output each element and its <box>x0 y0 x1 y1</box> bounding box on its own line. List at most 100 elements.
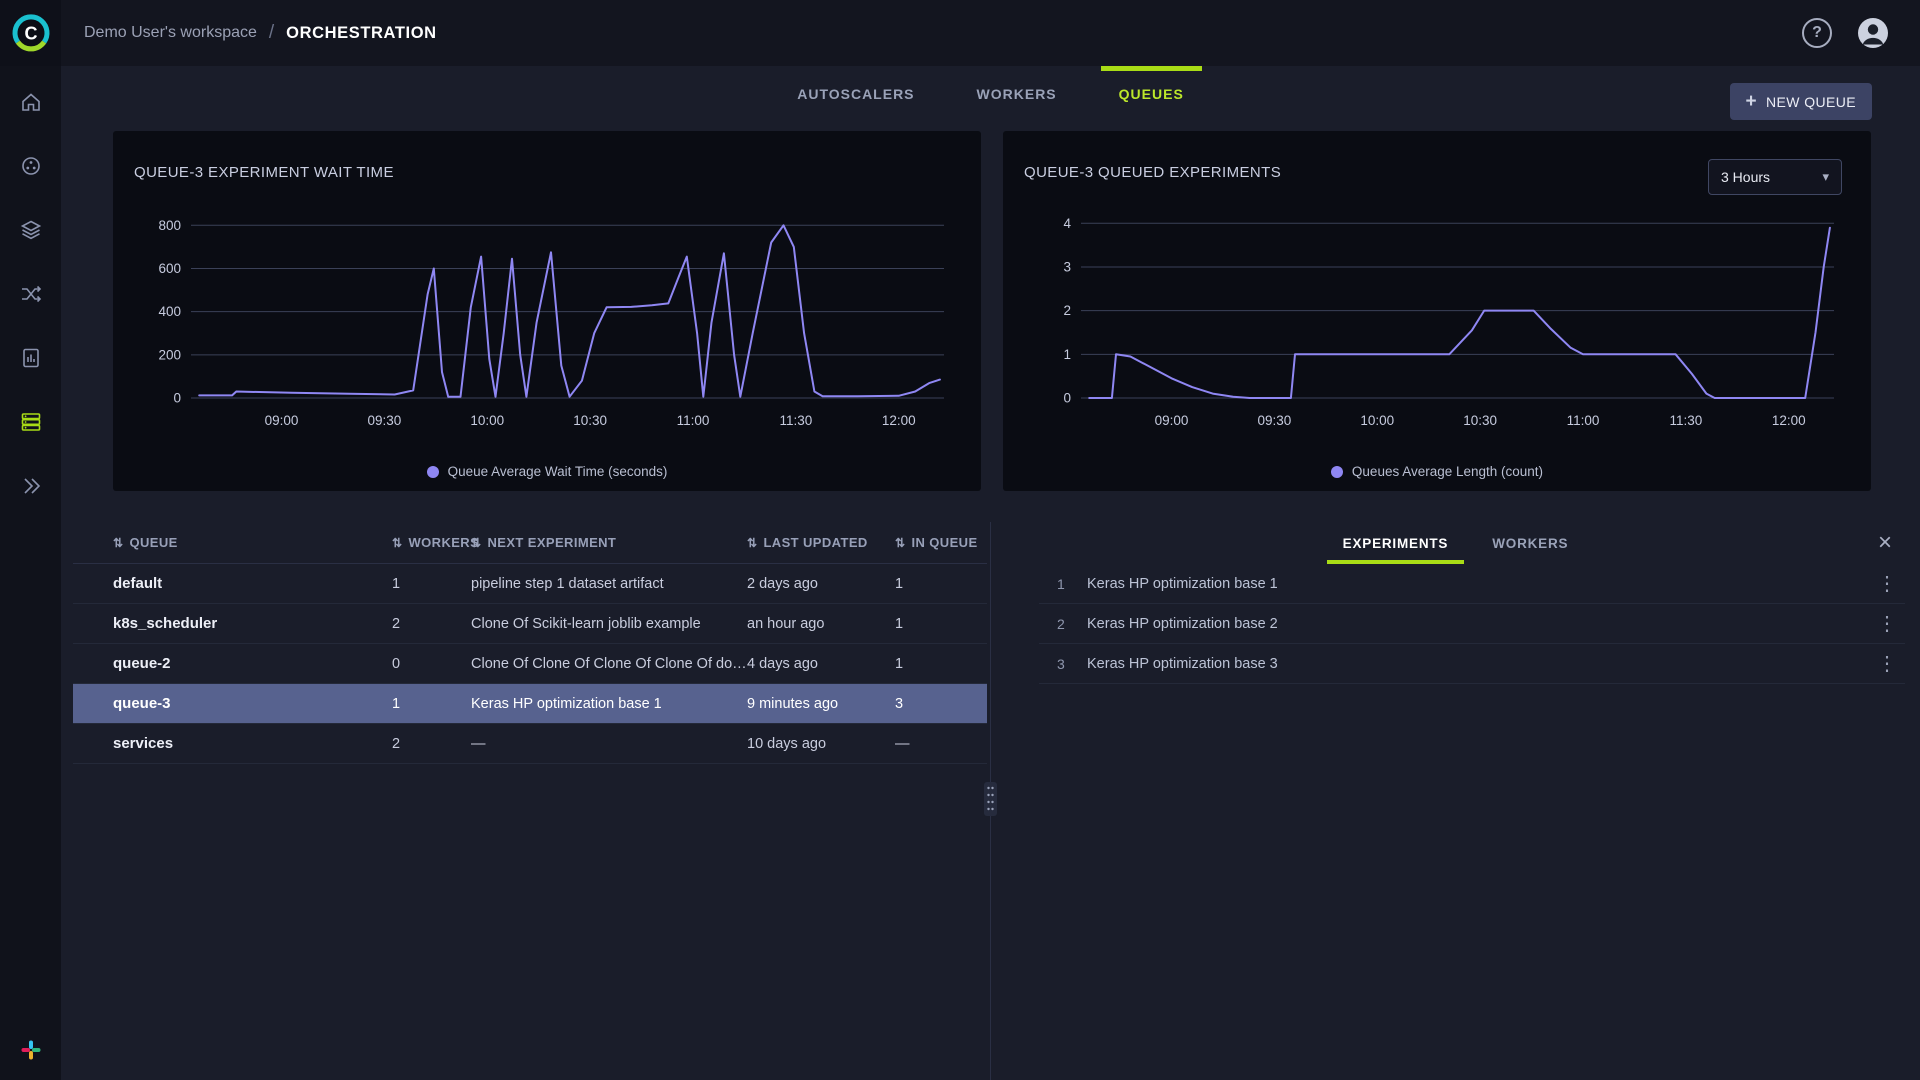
in-queue-cell: 3 <box>895 696 987 712</box>
svg-text:600: 600 <box>158 261 181 276</box>
header-updated-label: LAST UPDATED <box>763 535 867 550</box>
queues-table: ⇅ QUEUE ⇅ WORKERS ⇅ NEXT EXPERIMENT ⇅ LA… <box>73 522 987 764</box>
queue-name-cell: services <box>113 735 392 752</box>
kebab-menu-icon[interactable]: ⋮ <box>1869 651 1905 676</box>
topbar-actions: ? <box>1802 0 1890 66</box>
sort-icon: ⇅ <box>895 536 905 550</box>
experiment-index: 2 <box>1039 616 1073 632</box>
sidebar-item-projects[interactable] <box>19 154 43 178</box>
header-in-queue[interactable]: ⇅ IN QUEUE <box>895 535 987 550</box>
kebab-menu-icon[interactable]: ⋮ <box>1869 611 1905 636</box>
queues-icon <box>19 410 43 434</box>
header-last-updated[interactable]: ⇅ LAST UPDATED <box>747 535 895 550</box>
plus-icon: + <box>1746 91 1758 113</box>
svg-text:1: 1 <box>1063 347 1071 362</box>
page-title: ORCHESTRATION <box>286 24 437 43</box>
list-item[interactable]: 1 Keras HP optimization base 1 ⋮ <box>1039 564 1905 604</box>
list-item[interactable]: 3 Keras HP optimization base 3 ⋮ <box>1039 644 1905 684</box>
svg-text:2: 2 <box>1063 303 1071 318</box>
experiment-index: 3 <box>1039 656 1073 672</box>
home-icon <box>19 90 43 114</box>
header-next-experiment[interactable]: ⇅ NEXT EXPERIMENT <box>471 535 747 550</box>
sidebar-item-home[interactable] <box>19 90 43 114</box>
new-queue-label: NEW QUEUE <box>1766 94 1856 110</box>
workers-cell: 1 <box>392 696 471 712</box>
table-row[interactable]: k8s_scheduler 2 Clone Of Scikit-learn jo… <box>73 604 987 644</box>
tab-detail-workers-label: WORKERS <box>1492 536 1568 551</box>
wait-time-legend-label: Queue Average Wait Time (seconds) <box>448 464 668 479</box>
time-range-dropdown[interactable]: 3 Hours ▾ <box>1708 159 1842 195</box>
sidebar-item-slack[interactable] <box>0 1038 61 1062</box>
help-icon[interactable]: ? <box>1802 18 1832 48</box>
clearml-logo-icon: C <box>11 13 51 53</box>
workers-cell: 0 <box>392 656 471 672</box>
legend-dot-icon <box>427 466 439 478</box>
svg-text:12:00: 12:00 <box>1772 413 1806 428</box>
breadcrumb-separator: / <box>269 22 274 44</box>
last-updated-cell: an hour ago <box>747 616 895 632</box>
avatar[interactable] <box>1856 16 1890 50</box>
new-queue-button[interactable]: + NEW QUEUE <box>1730 83 1872 120</box>
breadcrumb: Demo User's workspace / ORCHESTRATION <box>84 0 437 66</box>
next-experiment-cell: Clone Of Scikit-learn joblib example <box>471 616 747 632</box>
tab-workers[interactable]: WORKERS <box>959 66 1075 122</box>
svg-text:200: 200 <box>158 347 181 362</box>
svg-text:C: C <box>24 24 37 44</box>
next-experiment-cell: pipeline step 1 dataset artifact <box>471 576 747 592</box>
queued-experiments-legend: Queues Average Length (count) <box>1003 464 1871 479</box>
header-queue-label: QUEUE <box>129 535 177 550</box>
queued-experiments-title: QUEUE-3 QUEUED EXPERIMENTS <box>1024 164 1281 181</box>
svg-text:09:00: 09:00 <box>1155 413 1189 428</box>
workers-cell: 1 <box>392 576 471 592</box>
table-row[interactable]: default 1 pipeline step 1 dataset artifa… <box>73 564 987 604</box>
sidebar-item-orchestration[interactable] <box>19 410 43 434</box>
experiments-list: 1 Keras HP optimization base 1 ⋮ 2 Keras… <box>991 564 1920 684</box>
svg-text:10:00: 10:00 <box>470 413 504 428</box>
tab-queues-label: QUEUES <box>1119 86 1184 102</box>
sidebar-item-datasets[interactable] <box>19 218 43 242</box>
tab-experiments-label: EXPERIMENTS <box>1343 536 1449 551</box>
header-workers[interactable]: ⇅ WORKERS <box>392 535 471 550</box>
pipelines-icon <box>19 282 43 306</box>
next-experiment-cell: Keras HP optimization base 1 <box>471 696 747 712</box>
header-queue[interactable]: ⇅ QUEUE <box>113 535 392 550</box>
svg-text:800: 800 <box>158 218 181 233</box>
svg-text:09:30: 09:30 <box>367 413 401 428</box>
svg-text:09:30: 09:30 <box>1257 413 1291 428</box>
svg-text:10:30: 10:30 <box>573 413 607 428</box>
svg-text:3: 3 <box>1063 259 1071 274</box>
wait-time-title: QUEUE-3 EXPERIMENT WAIT TIME <box>134 164 394 181</box>
breadcrumb-workspace[interactable]: Demo User's workspace <box>84 24 257 42</box>
kebab-menu-icon[interactable]: ⋮ <box>1869 571 1905 596</box>
slack-icon <box>19 1038 43 1062</box>
queued-experiments-legend-label: Queues Average Length (count) <box>1352 464 1543 479</box>
sidebar-item-applications[interactable] <box>19 474 43 498</box>
list-item[interactable]: 2 Keras HP optimization base 2 ⋮ <box>1039 604 1905 644</box>
last-updated-cell: 9 minutes ago <box>747 696 895 712</box>
svg-text:10:30: 10:30 <box>1463 413 1497 428</box>
wait-time-panel: QUEUE-3 EXPERIMENT WAIT TIME 02004006008… <box>113 131 981 491</box>
help-glyph: ? <box>1812 24 1822 42</box>
tab-queues[interactable]: QUEUES <box>1101 66 1202 122</box>
detail-tabs: EXPERIMENTS WORKERS <box>991 522 1920 564</box>
tab-detail-workers[interactable]: WORKERS <box>1476 522 1584 564</box>
svg-text:0: 0 <box>1063 391 1071 406</box>
queue-name-cell: default <box>113 575 392 592</box>
tab-experiments[interactable]: EXPERIMENTS <box>1327 522 1465 564</box>
sidebar-item-reports[interactable] <box>19 346 43 370</box>
sidebar-item-pipelines[interactable] <box>19 282 43 306</box>
legend-dot-icon <box>1331 466 1343 478</box>
table-row[interactable]: queue-2 0 Clone Of Clone Of Clone Of Clo… <box>73 644 987 684</box>
applications-icon <box>19 474 43 498</box>
tab-autoscalers[interactable]: AUTOSCALERS <box>779 66 932 122</box>
main-tabs: AUTOSCALERS WORKERS QUEUES <box>61 66 1920 122</box>
header-workers-label: WORKERS <box>408 535 479 550</box>
clearml-logo[interactable]: C <box>0 0 61 66</box>
close-icon[interactable]: × <box>1878 528 1892 558</box>
queue-name-cell: k8s_scheduler <box>113 615 392 632</box>
sort-icon: ⇅ <box>113 536 123 550</box>
projects-icon <box>19 154 43 178</box>
table-row-selected[interactable]: queue-3 1 Keras HP optimization base 1 9… <box>73 684 987 724</box>
wait-time-chart: 020040060080009:0009:3010:0010:3011:0011… <box>121 193 969 445</box>
table-row[interactable]: services 2 — 10 days ago — <box>73 724 987 764</box>
